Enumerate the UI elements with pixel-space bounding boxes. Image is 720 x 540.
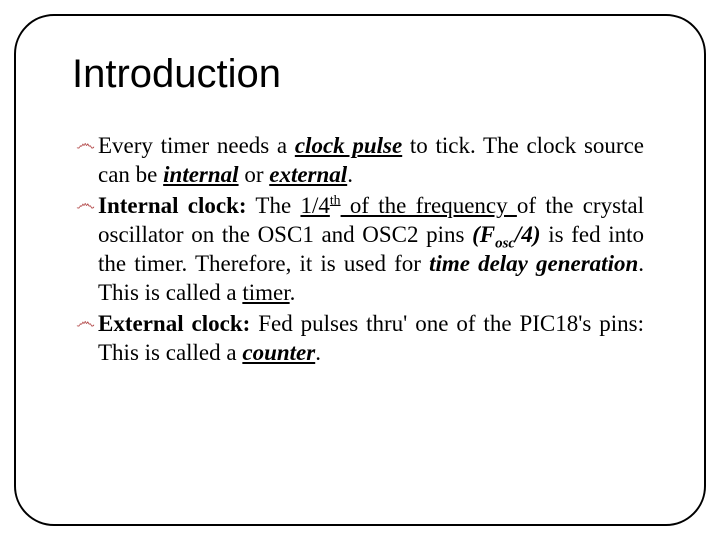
term-timer: timer xyxy=(242,280,289,305)
slide: Introduction ෴ Every timer needs a clock… xyxy=(0,0,720,540)
bullet-item-2: ෴ Internal clock: The 1/4th of the frequ… xyxy=(76,192,644,308)
text: The xyxy=(247,193,301,218)
text: Every timer needs a xyxy=(98,133,295,158)
fraction-sup: th xyxy=(330,192,341,207)
fosc-sub: osc xyxy=(495,236,515,252)
fosc-open: (F xyxy=(472,222,495,247)
text: or xyxy=(239,162,270,187)
text: . xyxy=(290,280,296,305)
fraction: 1/4 xyxy=(300,193,329,218)
bullet-item-3: ෴ External clock: Fed pulses thru' one o… xyxy=(76,310,644,368)
fosc-close: /4) xyxy=(515,222,541,247)
label-internal-clock: Internal clock: xyxy=(98,193,247,218)
bullet-icon: ෴ xyxy=(76,312,95,332)
term-counter: counter xyxy=(242,340,315,365)
term-clock-pulse: clock pulse xyxy=(295,133,402,158)
text: . xyxy=(347,162,353,187)
text: . xyxy=(315,340,321,365)
bullet-item-1: ෴ Every timer needs a clock pulse to tic… xyxy=(76,132,644,190)
slide-title: Introduction xyxy=(72,52,281,97)
of-the-frequency: of the frequency xyxy=(341,193,517,218)
bullet-icon: ෴ xyxy=(76,134,95,154)
term-internal: internal xyxy=(163,162,238,187)
term-time-delay: time delay generation xyxy=(429,251,638,276)
slide-body: ෴ Every timer needs a clock pulse to tic… xyxy=(76,132,644,370)
bullet-icon: ෴ xyxy=(76,194,95,214)
term-external: external xyxy=(269,162,347,187)
label-external-clock: External clock: xyxy=(98,311,250,336)
